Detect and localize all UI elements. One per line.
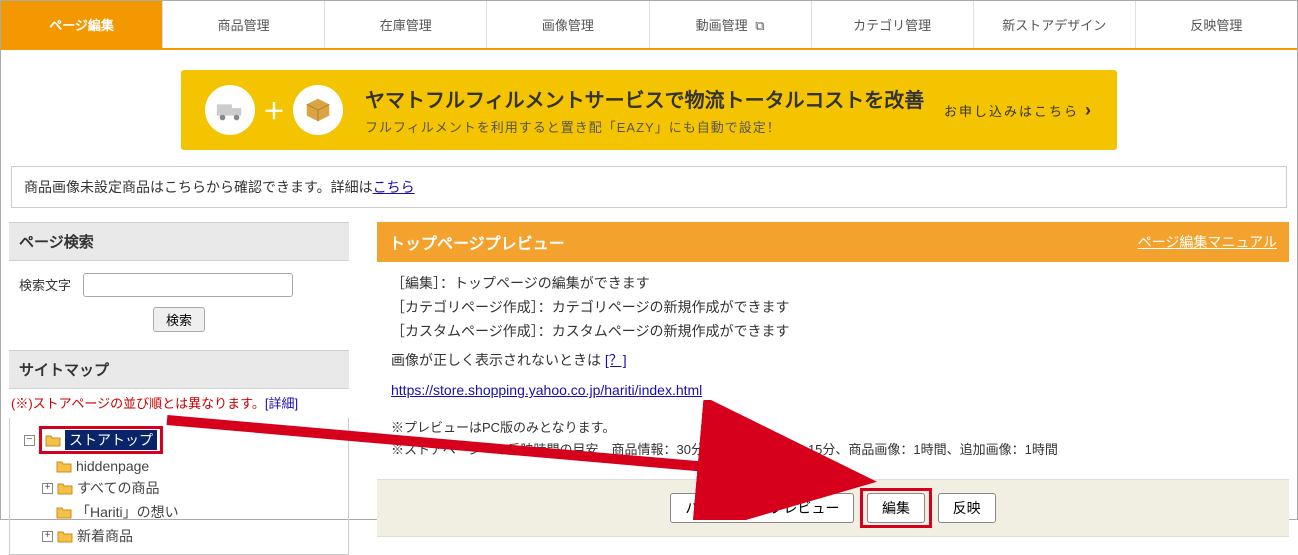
preview-header: トップページプレビュー ページ編集マニュアル: [377, 222, 1289, 262]
sitemap-title: サイトマップ: [9, 350, 349, 389]
tree-toggle-icon[interactable]: +: [42, 483, 53, 494]
search-label: 検索文字: [19, 278, 71, 293]
action-bar: パソコン版でプレビュー 編集 反映: [377, 479, 1289, 537]
folder-icon: [56, 459, 72, 473]
notice-link[interactable]: こちら: [373, 179, 415, 195]
tree-label-store-top: ストアトップ: [65, 430, 157, 450]
preview-title: トップページプレビュー: [389, 230, 565, 254]
image-help-link[interactable]: [？]: [605, 352, 627, 368]
top-tabs: ページ編集 商品管理 在庫管理 画像管理 動画管理 ⧉ カテゴリ管理 新ストアデ…: [1, 1, 1297, 50]
notice-bar: 商品画像未設定商品はこちらから確認できます。詳細はこちら: [11, 166, 1287, 208]
tree-toggle-icon[interactable]: −: [24, 435, 35, 446]
tab-stock[interactable]: 在庫管理: [325, 1, 487, 48]
truck-icon: [205, 85, 255, 135]
page-search-title: ページ検索: [9, 222, 349, 261]
tree-row-new[interactable]: + 新着商品: [12, 524, 346, 548]
tab-new-design[interactable]: 新ストアデザイン: [974, 1, 1136, 48]
external-window-icon: ⧉: [755, 18, 764, 33]
banner-cta[interactable]: お申し込みはこちら ›: [944, 100, 1093, 121]
tree-row-hariti[interactable]: 「Hariti」の想い: [12, 500, 346, 524]
tab-product[interactable]: 商品管理: [163, 1, 325, 48]
publish-button[interactable]: 反映: [938, 493, 996, 523]
tab-image[interactable]: 画像管理: [487, 1, 649, 48]
preview-body: ［編集］：トップページの編集ができます ［カテゴリページ作成］：カテゴリページの…: [377, 262, 1289, 469]
banner-subtitle: フルフィルメントを利用すると置き配「EAZY」にも自動で設定！: [365, 117, 944, 136]
manual-link[interactable]: ページ編集マニュアル: [1138, 232, 1277, 252]
tab-publish[interactable]: 反映管理: [1136, 1, 1297, 48]
folder-icon: [57, 529, 73, 543]
folder-icon: [56, 505, 72, 519]
folder-icon: [57, 481, 73, 495]
promo-banner: ＋ ヤマトフルフィルメントサービスで物流トータルコストを改善 フルフィルメントを…: [181, 70, 1117, 150]
tree-row-root[interactable]: − ストアトップ: [12, 424, 346, 456]
tab-page-edit[interactable]: ページ編集: [1, 1, 163, 48]
sitemap-note: (※)ストアページの並び順とは異なります。[詳細]: [9, 389, 349, 418]
tree-row-all[interactable]: + すべての商品: [12, 476, 346, 500]
store-url-link[interactable]: https://store.shopping.yahoo.co.jp/harit…: [391, 382, 702, 398]
plus-icon: ＋: [263, 94, 285, 126]
sitemap-note-link[interactable]: [詳細]: [265, 396, 298, 411]
banner-title: ヤマトフルフィルメントサービスで物流トータルコストを改善: [365, 84, 944, 113]
search-input[interactable]: [83, 273, 293, 297]
box-icon: [293, 85, 343, 135]
edit-button[interactable]: 編集: [867, 493, 925, 523]
chevron-right-icon: ›: [1085, 100, 1093, 121]
sitemap-tree: − ストアトップ hiddenpage + すべての商品 「Hariti」の想い: [9, 418, 349, 555]
folder-icon: [45, 433, 61, 447]
search-button[interactable]: 検索: [153, 307, 205, 332]
banner-icons: ＋: [205, 85, 343, 135]
pc-preview-button[interactable]: パソコン版でプレビュー: [670, 493, 854, 523]
tab-category[interactable]: カテゴリ管理: [812, 1, 974, 48]
tree-row-hidden[interactable]: hiddenpage: [12, 456, 346, 476]
tab-video[interactable]: 動画管理 ⧉: [650, 1, 812, 48]
tree-toggle-icon[interactable]: +: [42, 531, 53, 542]
